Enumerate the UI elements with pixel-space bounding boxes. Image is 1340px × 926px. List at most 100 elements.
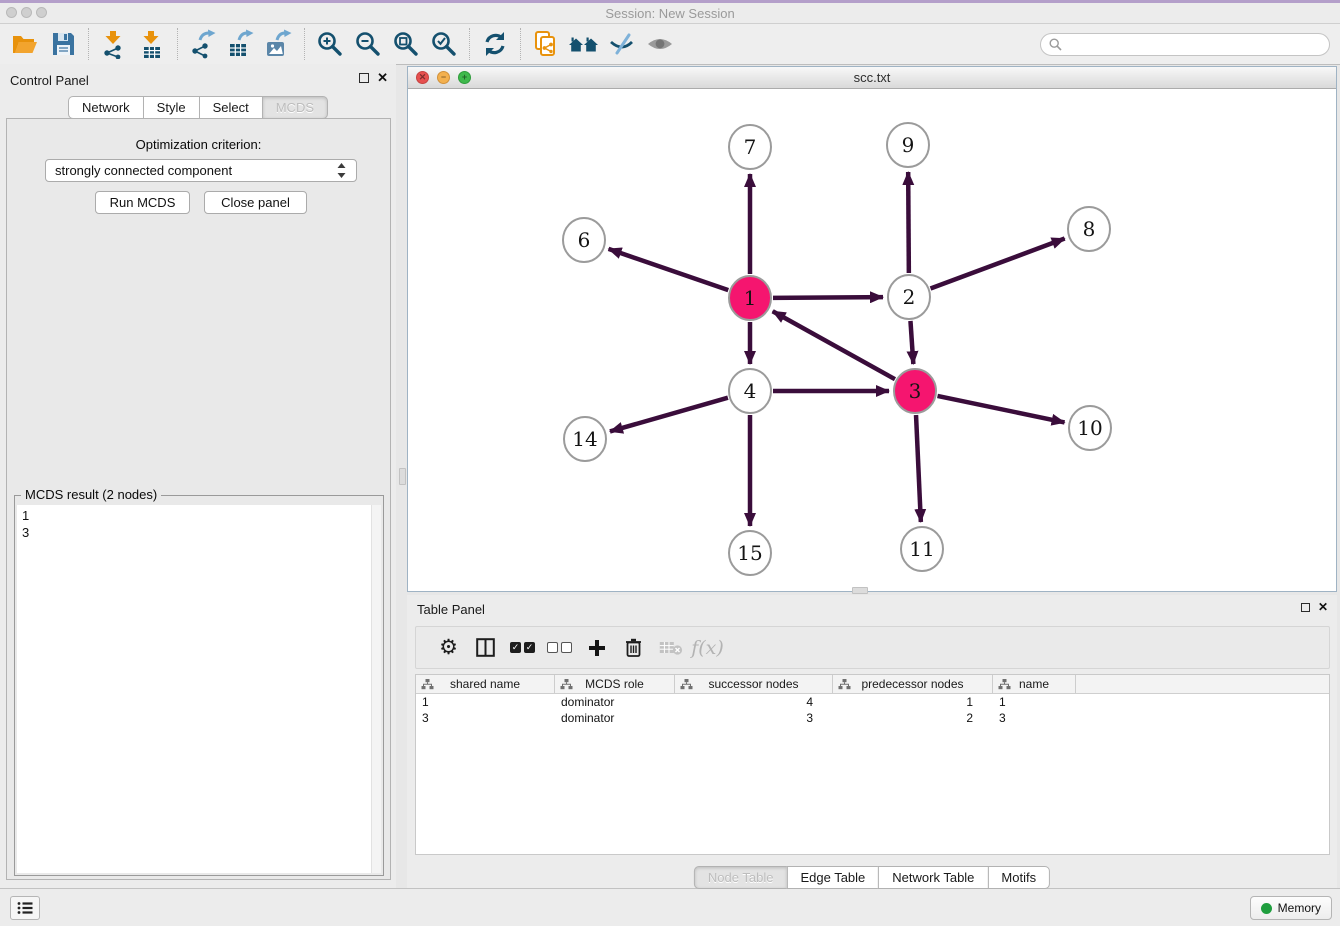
control-tab-select[interactable]: Select (199, 96, 263, 119)
add-column-button[interactable] (578, 639, 615, 657)
control-tab-mcds[interactable]: MCDS (262, 96, 328, 119)
graph-node-15[interactable]: 15 (729, 531, 771, 575)
column-header-name[interactable]: name (993, 675, 1076, 693)
column-header-shared-name[interactable]: shared name (416, 675, 555, 693)
close-panel-button[interactable]: Close panel (204, 191, 307, 214)
control-tab-network[interactable]: Network (68, 96, 144, 119)
function-builder-button[interactable]: f(x) (689, 637, 726, 659)
table-tab-network-table[interactable]: Network Table (878, 866, 988, 889)
column-type-icon (838, 679, 851, 693)
table-row[interactable]: 1dominator411 (416, 694, 1329, 710)
new-network-from-selection-button[interactable] (527, 26, 565, 62)
horizontal-splitter-handle[interactable] (852, 587, 868, 594)
graph-edge-1-6[interactable] (609, 249, 729, 290)
close-table-panel-icon[interactable]: ✕ (1318, 602, 1328, 612)
export-image-button[interactable] (260, 26, 298, 62)
float-table-panel-icon[interactable] (1301, 603, 1310, 612)
graph-edge-3-11[interactable] (916, 415, 921, 522)
graph-node-2[interactable]: 2 (888, 275, 930, 319)
mcds-result-list[interactable]: 1 3 (17, 505, 371, 873)
export-network-button[interactable] (184, 26, 222, 62)
table-tab-node-table[interactable]: Node Table (694, 866, 788, 889)
show-task-history-button[interactable] (10, 896, 40, 920)
graph-edge-2-8[interactable] (931, 239, 1065, 289)
open-folder-icon (10, 29, 40, 59)
vertical-splitter-handle[interactable] (399, 468, 406, 485)
table-tab-motifs[interactable]: Motifs (987, 866, 1050, 889)
zoom-in-button[interactable] (311, 26, 349, 62)
show-all-button[interactable] (641, 26, 679, 62)
search-input[interactable] (1067, 37, 1321, 51)
open-file-button[interactable] (6, 26, 44, 62)
table-body: 1dominator4113dominator323 (416, 694, 1329, 726)
graph-node-6[interactable]: 6 (563, 218, 605, 262)
zoom-fit-button[interactable] (387, 26, 425, 62)
column-header-predecessor-nodes[interactable]: predecessor nodes (833, 675, 993, 693)
zoom-fit-icon (391, 29, 421, 59)
graph-edge-1-2[interactable] (773, 297, 883, 298)
delete-columns-button[interactable] (615, 638, 652, 657)
network-canvas[interactable]: 7 9 6 8 1 2 4 3 14 10 15 11 (408, 89, 1336, 591)
delete-table-button[interactable] (652, 640, 689, 656)
graph-node-11[interactable]: 11 (901, 527, 943, 571)
graph-node-7[interactable]: 7 (729, 125, 771, 169)
toolbar-separator (304, 28, 305, 60)
column-header-label: name (1019, 677, 1049, 691)
select-all-columns-button[interactable]: ✓✓ (504, 642, 541, 653)
column-header-successor-nodes[interactable]: successor nodes (675, 675, 833, 693)
import-table-button[interactable] (133, 26, 171, 62)
run-mcds-button[interactable]: Run MCDS (95, 191, 190, 214)
svg-text:10: 10 (1077, 416, 1102, 440)
criterion-dropdown[interactable]: strongly connected component (45, 159, 357, 182)
column-header-MCDS-role[interactable]: MCDS role (555, 675, 675, 693)
table-cell[interactable]: dominator (555, 710, 675, 726)
graph-edge-3-10[interactable] (938, 396, 1065, 422)
graph-node-9[interactable]: 9 (887, 123, 929, 167)
graph-node-1[interactable]: 1 (729, 276, 771, 320)
graph-node-14[interactable]: 14 (564, 417, 606, 461)
control-panel-title: Control Panel (10, 73, 89, 88)
save-session-button[interactable] (44, 26, 82, 62)
control-tab-style[interactable]: Style (143, 96, 200, 119)
table-row[interactable]: 3dominator323 (416, 710, 1329, 726)
unselect-all-columns-button[interactable] (541, 642, 578, 653)
table-cell[interactable]: 1 (416, 694, 555, 710)
zoom-selected-button[interactable] (425, 26, 463, 62)
graph-node-4[interactable]: 4 (729, 369, 771, 413)
graph-edge-3-1[interactable] (773, 311, 895, 379)
table-cell[interactable]: 1 (833, 694, 993, 710)
control-panel: Control Panel ✕ NetworkStyleSelectMCDS O… (0, 64, 396, 888)
graph-edge-2-3[interactable] (910, 321, 913, 364)
export-table-button[interactable] (222, 26, 260, 62)
table-cell[interactable]: 3 (416, 710, 555, 726)
close-network-button[interactable]: ✕ (416, 71, 429, 84)
maximize-network-button[interactable]: + (458, 71, 471, 84)
close-panel-icon[interactable]: ✕ (377, 73, 388, 83)
table-cell[interactable]: 2 (833, 710, 993, 726)
show-column-button[interactable] (467, 638, 504, 657)
hide-selection-button[interactable] (603, 26, 641, 62)
update-view-button[interactable] (476, 26, 514, 62)
graph-node-3[interactable]: 3 (894, 369, 936, 413)
svg-text:9: 9 (902, 133, 915, 157)
home-view-button[interactable] (565, 26, 603, 62)
graph-node-10[interactable]: 10 (1069, 406, 1111, 450)
memory-button[interactable]: Memory (1250, 896, 1332, 920)
zoom-out-button[interactable] (349, 26, 387, 62)
table-options-button[interactable]: ⚙ (430, 637, 467, 658)
table-cell[interactable]: 1 (993, 694, 1076, 710)
graph-edge-4-14[interactable] (610, 398, 728, 432)
result-scrollbar[interactable] (371, 505, 381, 873)
table-cell[interactable]: 3 (993, 710, 1076, 726)
float-panel-icon[interactable] (359, 73, 369, 83)
column-header-label: shared name (450, 677, 520, 691)
table-tab-edge-table[interactable]: Edge Table (786, 866, 879, 889)
table-cell[interactable]: 3 (675, 710, 833, 726)
table-cell[interactable]: dominator (555, 694, 675, 710)
graph-node-8[interactable]: 8 (1068, 207, 1110, 251)
window-title: Session: New Session (0, 6, 1340, 21)
table-cell[interactable]: 4 (675, 694, 833, 710)
minimize-network-button[interactable]: − (437, 71, 450, 84)
graph-edge-2-9[interactable] (908, 172, 909, 273)
import-network-button[interactable] (95, 26, 133, 62)
